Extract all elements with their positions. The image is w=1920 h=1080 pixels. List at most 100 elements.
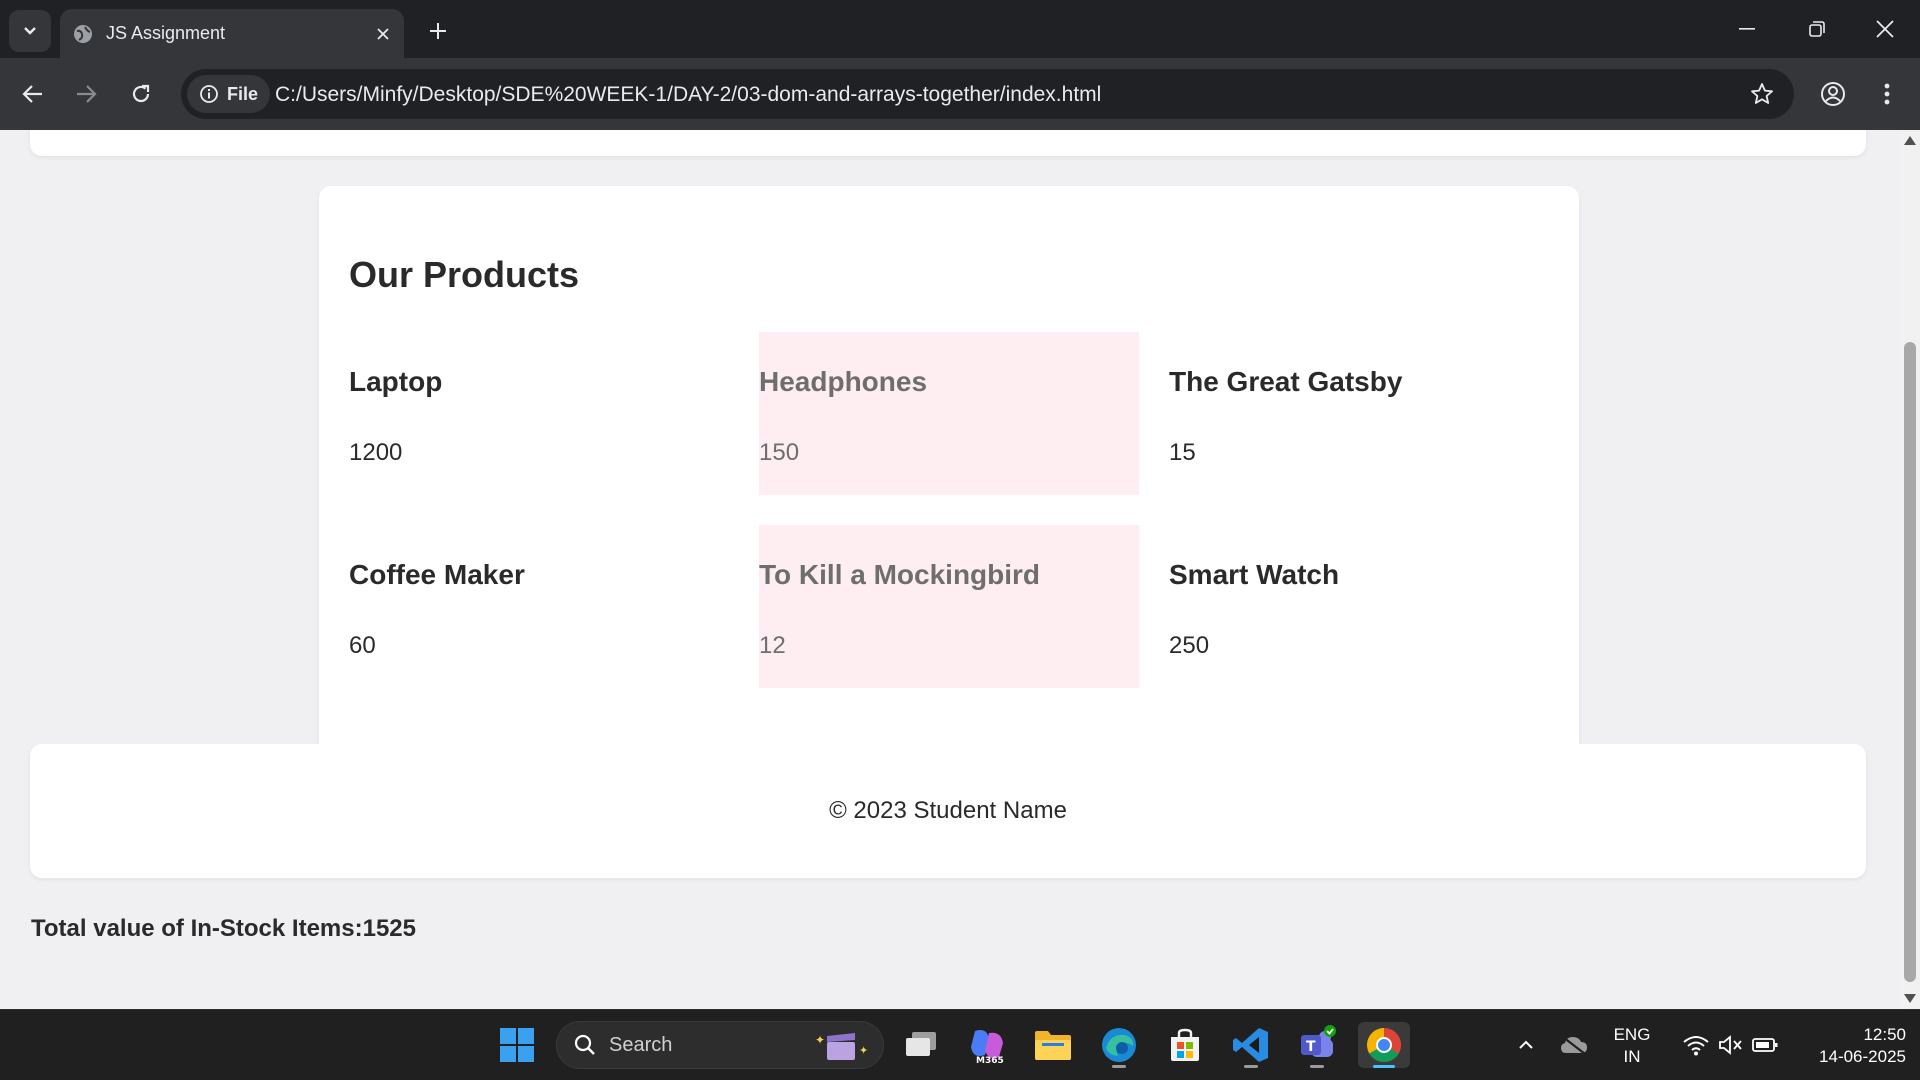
copilot-m365-app[interactable]: M365 [964, 1022, 1010, 1068]
chevron-down-icon [24, 27, 36, 35]
page-viewport: Our Products Laptop 1200 Headphones 150 … [0, 130, 1900, 1009]
total-in-stock-value: Total value of In-Stock Items:1525 [31, 915, 416, 942]
restore-button[interactable] [1794, 8, 1840, 50]
minimize-button[interactable] [1724, 8, 1770, 50]
menu-button[interactable] [1867, 74, 1907, 114]
taskbar-search-label: Search [609, 1033, 673, 1056]
scroll-up-arrow-icon[interactable] [1904, 136, 1916, 145]
arrow-right-icon [77, 85, 97, 103]
vertical-scrollbar[interactable] [1900, 130, 1920, 1009]
active-indicator [1373, 1065, 1395, 1068]
back-button[interactable] [13, 74, 53, 114]
globe-icon [72, 23, 94, 45]
folder-icon [1035, 1031, 1071, 1060]
site-info-chip[interactable]: File [187, 75, 271, 113]
product-price: 1200 [349, 439, 403, 466]
product-price: 250 [1169, 632, 1210, 659]
product-card: Smart Watch 250 [1169, 525, 1549, 688]
edge-app[interactable] [1096, 1022, 1142, 1068]
product-card: Headphones 150 [759, 332, 1139, 495]
language-indicator[interactable]: ENG IN [1604, 1024, 1660, 1068]
battery-icon [1752, 1038, 1778, 1052]
url-text[interactable]: C:/Users/Minfy/Desktop/SDE%20WEEK-1/DAY-… [275, 83, 1101, 107]
vscode-icon [1233, 1028, 1268, 1062]
clock-time: 12:50 [1863, 1025, 1906, 1044]
onedrive-button[interactable] [1552, 1022, 1596, 1068]
edge-icon [1102, 1028, 1136, 1062]
show-hidden-icons-button[interactable] [1504, 1022, 1548, 1068]
vscode-app[interactable] [1228, 1022, 1274, 1068]
clapperboard-icon: ✦ ✦ [815, 1033, 868, 1060]
profile-button[interactable] [1813, 74, 1853, 114]
address-bar[interactable]: File C:/Users/Minfy/Desktop/SDE%20WEEK-1… [181, 69, 1794, 119]
windows-logo-icon [500, 1028, 534, 1062]
scroll-thumb[interactable] [1904, 342, 1916, 982]
bookmark-button[interactable] [1746, 78, 1778, 110]
running-indicator [1310, 1065, 1324, 1068]
product-card: The Great Gatsby 15 [1169, 332, 1549, 495]
teams-icon: T [1301, 1025, 1336, 1057]
store-icon [1171, 1028, 1199, 1061]
chevron-up-icon [1519, 1040, 1533, 1049]
svg-text:✦: ✦ [815, 1033, 825, 1047]
product-card: Coffee Maker 60 [349, 525, 729, 688]
product-card: To Kill a Mockingbird 12 [759, 525, 1139, 688]
restore-icon [1809, 21, 1825, 37]
clock[interactable]: 12:50 14-06-2025 [1790, 1024, 1906, 1068]
page-footer: © 2023 Student Name [30, 744, 1866, 878]
task-view-icon [906, 1032, 936, 1056]
arrow-left-icon [22, 85, 42, 103]
info-icon [200, 85, 218, 103]
chrome-app[interactable] [1358, 1022, 1410, 1068]
product-name: To Kill a Mockingbird [759, 559, 1041, 590]
tab-strip: JS Assignment [0, 0, 1920, 58]
window-close-button[interactable] [1862, 8, 1908, 50]
products-heading: Our Products [349, 254, 580, 295]
start-button[interactable] [494, 1022, 540, 1068]
product-price: 12 [759, 632, 786, 659]
task-view-button[interactable] [898, 1022, 944, 1068]
forward-button[interactable] [66, 74, 106, 114]
svg-text:T: T [1306, 1039, 1316, 1055]
cloud-off-icon [1561, 1036, 1587, 1055]
taskbar-search[interactable]: Search ✦ ✦ [556, 1021, 884, 1069]
tab-title: JS Assignment [106, 23, 226, 43]
region-code: IN [1623, 1047, 1641, 1066]
product-price: 150 [759, 439, 800, 466]
previous-section-card [30, 130, 1866, 156]
chrome-icon [1367, 1028, 1401, 1062]
reload-button[interactable] [121, 74, 161, 114]
file-explorer-app[interactable] [1030, 1022, 1076, 1068]
copilot-m365-icon: M365 [971, 1030, 1004, 1065]
new-tab-button[interactable] [422, 15, 454, 47]
product-card: Laptop 1200 [349, 332, 729, 495]
running-indicator [1112, 1065, 1126, 1068]
svg-text:✦: ✦ [859, 1044, 868, 1057]
product-name: Smart Watch [1169, 559, 1340, 590]
product-name: The Great Gatsby [1169, 366, 1403, 397]
wifi-icon [1683, 1036, 1709, 1056]
running-indicator [1244, 1065, 1258, 1068]
language-code: ENG [1613, 1025, 1651, 1044]
windows-taskbar: Search ✦ ✦ M365 T ENG IN 12:50 14-06-202… [0, 1009, 1920, 1080]
quick-settings-button[interactable] [1668, 1022, 1792, 1068]
close-icon [1876, 20, 1894, 38]
profile-icon [1821, 82, 1845, 106]
product-name: Laptop [349, 366, 443, 397]
scroll-down-arrow-icon[interactable] [1904, 994, 1916, 1003]
more-vertical-icon [1884, 83, 1890, 105]
product-name: Coffee Maker [349, 559, 525, 590]
plus-icon [430, 23, 446, 39]
tab-search-button[interactable] [9, 10, 51, 52]
teams-app[interactable]: T [1294, 1022, 1340, 1068]
store-app[interactable] [1162, 1022, 1208, 1068]
product-name: Headphones [759, 366, 928, 397]
star-icon [1751, 83, 1773, 104]
browser-tab[interactable]: JS Assignment [60, 9, 404, 58]
volume-muted-icon [1719, 1035, 1742, 1055]
close-icon[interactable] [368, 19, 398, 49]
minimize-icon [1739, 28, 1755, 30]
svg-text:M365: M365 [976, 1056, 1004, 1065]
search-icon [574, 1034, 595, 1055]
footer-copyright: © 2023 Student Name [829, 797, 1067, 824]
